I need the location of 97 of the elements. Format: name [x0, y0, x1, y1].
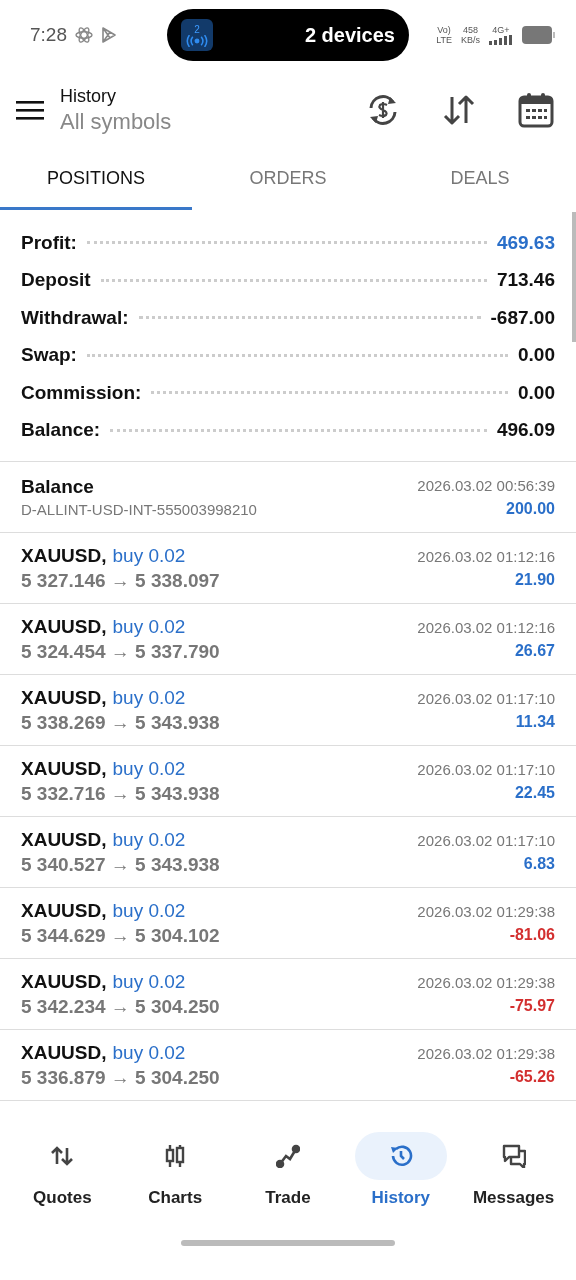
deal-symbol: XAUUSD, [21, 970, 107, 993]
deal-symbol: XAUUSD, [21, 899, 107, 922]
play-store-icon [101, 26, 117, 44]
trade-icon [276, 1144, 300, 1168]
deal-profit: -65.26 [509, 1067, 555, 1086]
deal-row[interactable]: XAUUSD, buy 0.02 5 342.234 → 5 304.250 2026.03.02 01:29:38 -75.97 [0, 959, 576, 1030]
deal-profit: 11.34 [515, 712, 555, 731]
deal-profit: -75.97 [509, 996, 555, 1015]
deal-time: 2026.03.02 01:29:38 [417, 902, 555, 920]
summary-value: 496.09 [496, 419, 555, 442]
deal-profit: 22.45 [514, 783, 555, 802]
deal-time: 2026.03.02 01:12:16 [417, 547, 555, 565]
menu-icon[interactable] [16, 100, 44, 120]
cell-type: 4G+ [492, 25, 510, 35]
nav-tab[interactable]: History [346, 1132, 455, 1234]
summary-label: Profit: [21, 231, 77, 254]
summary-label: Commission: [21, 381, 142, 404]
speed-unit: KB/s [461, 35, 480, 45]
deal-time: 2026.03.02 01:17:10 [417, 689, 555, 707]
deal-row[interactable]: XAUUSD, buy 0.02 5 336.879 → 5 304.250 2026.03.02 01:29:38 -65.26 [0, 1030, 576, 1101]
deal-profit: 6.83 [523, 854, 555, 873]
account-id: D-ALLINT-USD-INT-555003998210 [21, 501, 257, 518]
signal-waves-icon [186, 34, 208, 47]
deal-time: 2026.03.02 01:12:16 [417, 618, 555, 636]
deal-row[interactable]: XAUUSD, buy 0.02 5 332.716 → 5 343.938 2026.03.02 01:17:10 22.45 [0, 746, 576, 817]
quotes-icon [50, 1144, 75, 1168]
badge-count: 2 [194, 23, 200, 35]
deal-row[interactable]: XAUUSD, buy 0.02 5 338.269 → 5 343.938 2026.03.02 01:17:10 11.34 [0, 675, 576, 746]
deal-symbol: XAUUSD, [21, 828, 107, 851]
nav-tab[interactable]: Messages [459, 1132, 568, 1234]
deal-row[interactable]: XAUUSD, buy 0.02 5 344.629 → 5 304.102 2026.03.02 01:29:38 -81.06 [0, 888, 576, 959]
deal-symbol: XAUUSD, [21, 686, 107, 709]
pill-label: 2 devices [304, 23, 395, 47]
nav-tab[interactable]: Quotes [8, 1132, 117, 1234]
deal-row[interactable]: XAUUSD, buy 0.02 5 327.146 → 5 338.097 2026.03.02 01:12:16 21.90 [0, 533, 576, 604]
deal-symbol: Balance [21, 476, 95, 498]
price-range: 5 338.269 → 5 343.938 [21, 711, 220, 734]
deal-profit: 26.67 [514, 641, 555, 660]
tab[interactable]: POSITIONS [0, 150, 192, 210]
sort-icon[interactable] [442, 93, 476, 127]
scrollbar[interactable] [572, 212, 576, 342]
price-range: 5 344.629 → 5 304.102 [21, 924, 220, 947]
price-range: 5 340.527 → 5 343.938 [21, 853, 220, 876]
summary-label: Deposit [21, 269, 91, 292]
network-label: LTE [436, 35, 452, 45]
deal-time: 2026.03.02 01:29:38 [417, 1044, 555, 1062]
summary-value: 0.00 [518, 344, 555, 367]
tab[interactable]: DEALS [384, 150, 576, 210]
summary-label: Swap: [21, 344, 77, 367]
battery-icon [522, 26, 556, 44]
deal-direction: buy 0.02 [112, 615, 186, 638]
price-range: 5 327.146 → 5 338.097 [21, 569, 220, 592]
deal-direction: buy 0.02 [112, 828, 186, 851]
nav-tab[interactable]: Trade [234, 1132, 342, 1234]
data-speed: 458 [462, 25, 478, 35]
deal-direction: buy 0.02 [112, 686, 186, 709]
deal-profit: 200.00 [506, 499, 555, 518]
deal-row[interactable]: Balance D-ALLINT-USD-INT-555003998210 2026.03.02 00:56:39 200.00 [0, 462, 576, 533]
network-label: Vo) [437, 25, 451, 35]
price-range: 5 342.234 → 5 304.250 [21, 995, 220, 1018]
atom-icon [75, 26, 93, 44]
clock-time: 7:28 [30, 24, 67, 46]
summary-label: Withdrawal: [21, 306, 129, 329]
deal-symbol: XAUUSD, [21, 1041, 107, 1064]
deal-symbol: XAUUSD, [21, 544, 107, 567]
signal-icon [489, 35, 513, 45]
summary-value: -687.00 [490, 306, 555, 329]
history-icon [388, 1144, 413, 1168]
deal-profit: 21.90 [514, 570, 555, 589]
deal-direction: buy 0.02 [112, 1041, 186, 1064]
deal-direction: buy 0.02 [112, 970, 186, 993]
deal-profit: -81.06 [509, 925, 555, 944]
summary-value: 469.63 [496, 231, 555, 254]
deal-symbol: XAUUSD, [21, 757, 107, 780]
deal-direction: buy 0.02 [112, 899, 186, 922]
deal-direction: buy 0.02 [112, 757, 186, 780]
deal-time: 2026.03.02 01:29:38 [417, 973, 555, 991]
deal-time: 2026.03.02 00:56:39 [417, 476, 555, 494]
tab[interactable]: ORDERS [192, 150, 384, 210]
deal-direction: buy 0.02 [112, 544, 186, 567]
calendar-icon[interactable] [518, 92, 554, 128]
deal-symbol: XAUUSD, [21, 615, 107, 638]
price-range: 5 324.454 → 5 337.790 [21, 640, 220, 663]
nav-tab[interactable]: Charts [121, 1132, 230, 1234]
deal-row[interactable]: XAUUSD, buy 0.02 5 340.527 → 5 343.938 2026.03.02 01:17:10 6.83 [0, 817, 576, 888]
device-pill[interactable]: 2 2 devices [167, 9, 409, 61]
symbol-filter[interactable]: All symbols [60, 108, 172, 135]
screen-title: History [60, 85, 117, 107]
summary-value: 713.46 [496, 269, 555, 292]
deal-time: 2026.03.02 01:17:10 [417, 831, 555, 849]
deal-row[interactable]: XAUUSD, buy 0.02 5 324.454 → 5 337.790 2026.03.02 01:12:16 26.67 [0, 604, 576, 675]
price-range: 5 336.879 → 5 304.250 [21, 1066, 220, 1089]
messages-icon [501, 1144, 526, 1168]
summary-label: Balance: [21, 419, 101, 442]
price-range: 5 332.716 → 5 343.938 [21, 782, 220, 805]
deal-time: 2026.03.02 01:17:10 [417, 760, 555, 778]
summary-value: 0.00 [518, 381, 555, 404]
